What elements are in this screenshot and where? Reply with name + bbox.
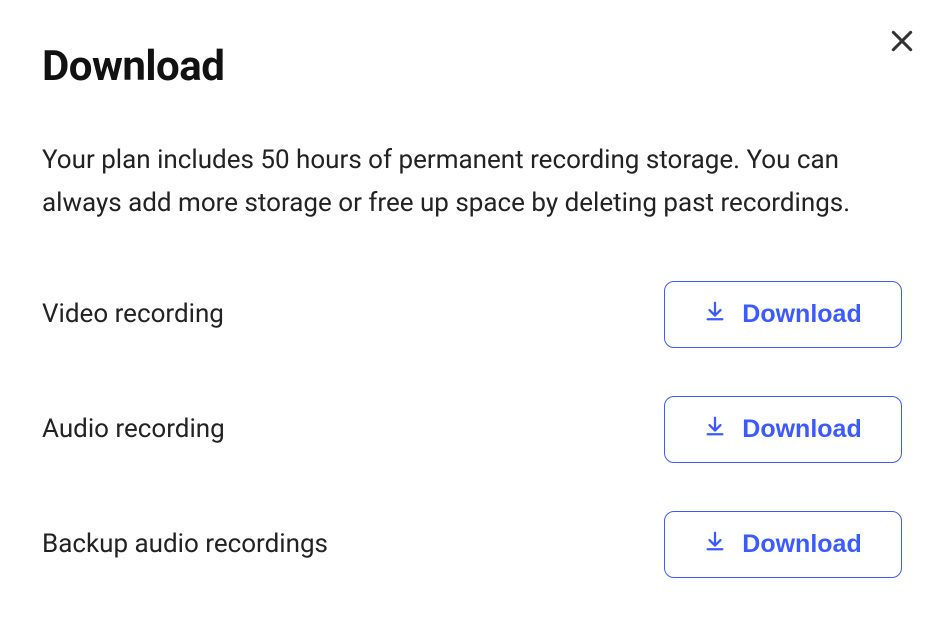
download-icon <box>704 300 726 329</box>
download-row-video: Video recording Download <box>42 281 902 348</box>
close-icon <box>889 28 915 57</box>
dialog-description: Your plan includes 50 hours of permanent… <box>42 139 882 225</box>
download-icon <box>704 415 726 444</box>
download-icon <box>704 530 726 559</box>
download-label: Backup audio recordings <box>42 529 328 559</box>
download-row-backup-audio: Backup audio recordings Download <box>42 511 902 578</box>
download-button-label: Download <box>742 530 861 559</box>
download-button-video[interactable]: Download <box>664 281 902 348</box>
download-label: Audio recording <box>42 414 225 444</box>
download-button-audio[interactable]: Download <box>664 396 902 463</box>
dialog-title: Download <box>42 42 902 91</box>
download-button-label: Download <box>742 415 861 444</box>
download-label: Video recording <box>42 299 224 329</box>
download-button-backup-audio[interactable]: Download <box>664 511 902 578</box>
close-button[interactable] <box>886 26 918 58</box>
download-row-audio: Audio recording Download <box>42 396 902 463</box>
download-button-label: Download <box>742 300 861 329</box>
